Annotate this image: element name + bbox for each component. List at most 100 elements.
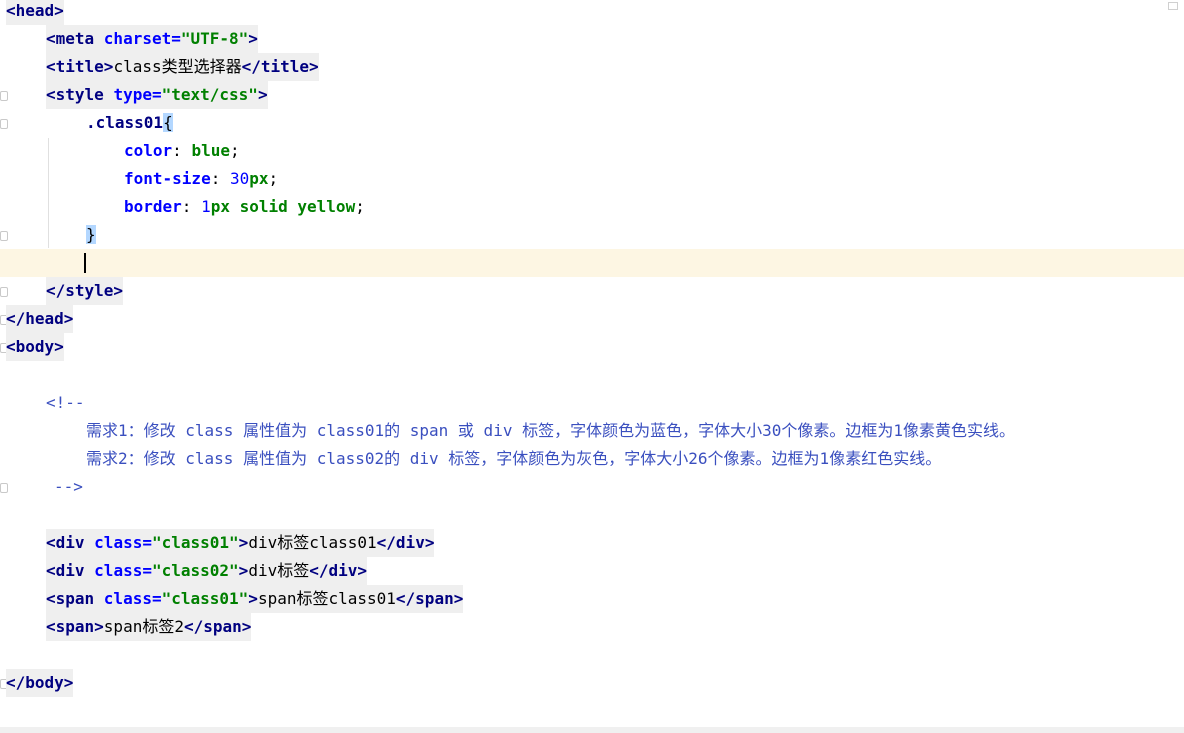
code-content: <title>class类型选择器</title>	[46, 53, 319, 81]
code-token: 需求1：修改 class 属性值为 class01的 span 或 div 标签…	[86, 421, 1015, 440]
code-line[interactable]: <title>class类型选择器</title>	[0, 53, 1184, 81]
code-content: <!--	[46, 389, 85, 417]
code-line[interactable]: border: 1px solid yellow;	[0, 193, 1184, 221]
code-token: <!--	[46, 393, 85, 412]
code-line[interactable]: -->	[0, 473, 1184, 501]
code-content: <meta charset="UTF-8">	[46, 25, 258, 53]
code-content: <body>	[6, 333, 64, 361]
code-line[interactable]: </body>	[0, 669, 1184, 697]
code-content: }	[86, 221, 96, 249]
code-content: <div class="class01">div标签class01</div>	[46, 529, 435, 557]
code-token: <span>	[46, 617, 104, 636]
code-token: "class01"	[151, 533, 239, 552]
code-token: class类型选择器	[113, 57, 242, 76]
code-token: type=	[113, 85, 162, 104]
code-token: span标签class01	[257, 589, 396, 608]
code-content: </style>	[46, 277, 124, 305]
code-token: </div>	[309, 561, 368, 580]
code-content: <head>	[6, 0, 64, 25]
code-line[interactable]: }	[0, 221, 1184, 249]
code-content: <div class="class02">div标签</div>	[46, 557, 368, 585]
code-token: <title>	[46, 57, 114, 76]
code-token: >	[248, 589, 258, 608]
code-token: charset=	[103, 29, 181, 48]
code-editor[interactable]: <head> <meta charset="UTF-8"> <title>class…	[0, 0, 1184, 733]
code-token: "class01"	[161, 589, 249, 608]
code-line[interactable]: <div class="class02">div标签</div>	[0, 557, 1184, 585]
code-token: <span	[46, 589, 104, 608]
code-token: div标签	[248, 561, 310, 580]
code-content: .class01{	[86, 109, 173, 137]
code-token: -->	[54, 477, 83, 496]
code-line[interactable]: color: blue;	[0, 137, 1184, 165]
code-line[interactable]: <style type="text/css">	[0, 81, 1184, 109]
code-line[interactable]	[0, 641, 1184, 669]
code-line[interactable]: </head>	[0, 305, 1184, 333]
code-line[interactable]: <span>span标签2</span>	[0, 613, 1184, 641]
code-token: ;	[229, 141, 240, 160]
code-token: "text/css"	[161, 85, 258, 104]
horizontal-scrollbar[interactable]	[0, 727, 1184, 733]
code-content: color: blue;	[124, 137, 240, 165]
code-token: </body>	[6, 673, 74, 692]
code-token: </span>	[183, 617, 252, 636]
code-line[interactable]: <!--	[0, 389, 1184, 417]
code-token: </span>	[395, 589, 464, 608]
code-line[interactable]: .class01{	[0, 109, 1184, 137]
code-token: class=	[103, 589, 162, 608]
fold-icon[interactable]	[0, 287, 8, 297]
code-token: <div	[46, 561, 95, 580]
code-token: <head>	[6, 1, 64, 20]
code-token: class=	[94, 561, 152, 580]
code-line[interactable]: <span class="class01">span标签class01</spa…	[0, 585, 1184, 613]
code-token: }	[86, 225, 96, 244]
code-line[interactable]: <meta charset="UTF-8">	[0, 25, 1184, 53]
code-token: <meta	[46, 29, 104, 48]
code-content: font-size: 30px;	[124, 165, 278, 193]
text-caret	[84, 253, 86, 273]
code-content: <span>span标签2</span>	[46, 613, 252, 641]
code-token: >	[238, 533, 249, 552]
code-token: 1	[201, 197, 211, 216]
code-token: </title>	[241, 57, 319, 76]
code-token: color	[124, 141, 173, 160]
code-content: <style type="text/css">	[46, 81, 268, 109]
code-token: ;	[355, 197, 365, 216]
code-line[interactable]	[0, 501, 1184, 529]
code-line[interactable]: <div class="class01">div标签class01</div>	[0, 529, 1184, 557]
code-line[interactable]: <body>	[0, 333, 1184, 361]
code-content: 需求1：修改 class 属性值为 class01的 span 或 div 标签…	[86, 417, 1015, 445]
code-token: :	[210, 169, 230, 188]
code-token: >	[248, 29, 258, 48]
code-token: <div	[46, 533, 95, 552]
code-token: :	[172, 141, 192, 160]
code-token: span标签2	[103, 617, 184, 636]
code-content: -->	[54, 473, 83, 501]
code-token: </div>	[376, 533, 435, 552]
fold-icon[interactable]	[0, 119, 8, 129]
code-token: "class02"	[151, 561, 239, 580]
fold-icon[interactable]	[0, 483, 8, 493]
code-token: ;	[268, 169, 279, 188]
code-content: border: 1px solid yellow;	[124, 193, 365, 221]
code-line[interactable]: font-size: 30px;	[0, 165, 1184, 193]
fold-icon[interactable]	[0, 231, 8, 241]
code-line[interactable]: 需求1：修改 class 属性值为 class01的 span 或 div 标签…	[0, 417, 1184, 445]
code-token: </style>	[46, 281, 124, 300]
code-content: </body>	[6, 669, 74, 697]
code-token: {	[163, 113, 173, 132]
code-token: .class01	[86, 113, 164, 132]
code-line[interactable]: 需求2：修改 class 属性值为 class02的 div 标签，字体颜色为灰…	[0, 445, 1184, 473]
fold-icon[interactable]	[0, 91, 8, 101]
code-line[interactable]	[0, 249, 1184, 277]
code-line[interactable]	[0, 361, 1184, 389]
code-line[interactable]: </style>	[0, 277, 1184, 305]
code-line[interactable]: <head>	[0, 0, 1184, 25]
code-token: blue	[191, 141, 230, 160]
code-token: px solid yellow	[210, 197, 356, 216]
code-token: class=	[94, 533, 152, 552]
code-token: 30	[229, 169, 250, 188]
code-token: <style	[46, 85, 114, 104]
code-token: div标签class01	[248, 533, 377, 552]
code-content: 需求2：修改 class 属性值为 class02的 div 标签，字体颜色为灰…	[86, 445, 941, 473]
